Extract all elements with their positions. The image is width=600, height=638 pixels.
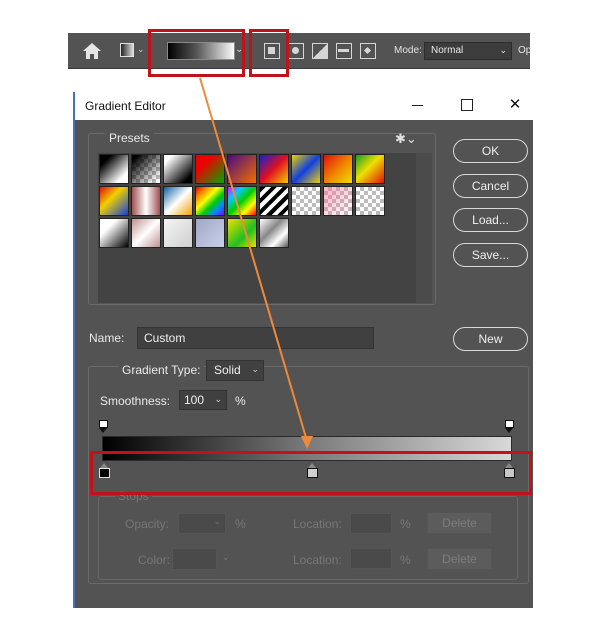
annotation-arrow — [199, 77, 313, 449]
